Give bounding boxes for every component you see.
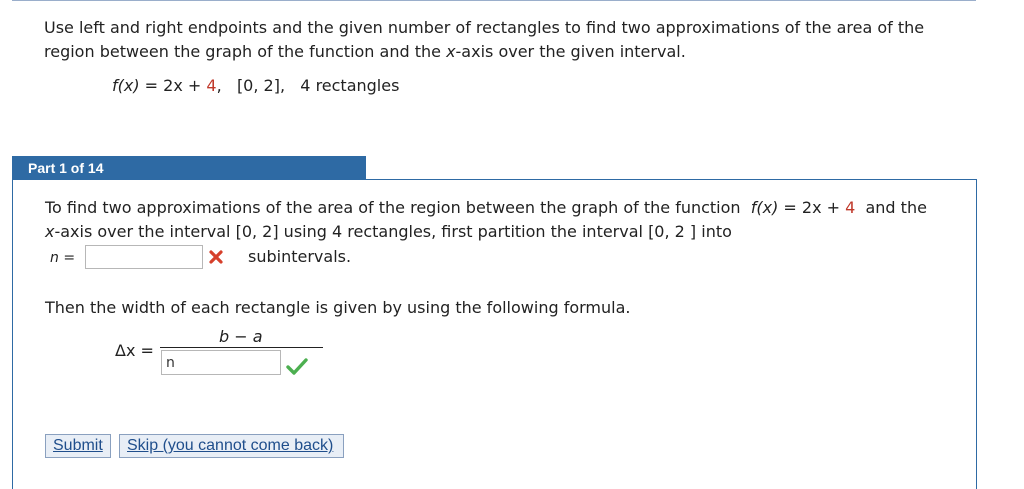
- prompt-text: region between the graph of the function…: [44, 42, 447, 61]
- fraction-numerator: b − a: [219, 327, 263, 346]
- submit-button[interactable]: Submit: [45, 434, 111, 458]
- given-function: f(x) = 2x + 4, [0, 2], 4 rectangles: [112, 74, 399, 98]
- top-divider: [12, 0, 976, 1]
- n-label: n =: [50, 250, 76, 266]
- instruction-line-2: x-axis over the interval [0, 2] using 4 …: [45, 220, 732, 244]
- fraction-bar: [160, 347, 323, 348]
- width-instruction: Then the width of each rectangle is give…: [45, 298, 631, 317]
- function-constant: 4: [206, 76, 217, 95]
- instruction-expression: = 2x +: [778, 198, 846, 217]
- skip-button[interactable]: Skip (you cannot come back): [119, 434, 344, 458]
- delta-x-label: Δx =: [115, 341, 154, 360]
- function-name: f(x): [112, 76, 140, 95]
- checkmark-icon: [286, 358, 308, 375]
- prompt-line-2: region between the graph of the function…: [44, 40, 974, 64]
- prompt-line-1: Use left and right endpoints and the giv…: [44, 18, 925, 37]
- denominator-input[interactable]: [161, 350, 281, 375]
- n-answer-input[interactable]: [85, 245, 203, 269]
- interval-and-count: , [0, 2], 4 rectangles: [216, 76, 400, 95]
- instruction-line-1: To find two approximations of the area o…: [45, 196, 927, 220]
- instruction-function-name: f(x): [750, 198, 779, 217]
- prompt-text-end: -axis over the given interval.: [455, 42, 686, 61]
- instruction-text: To find two approximations of the area o…: [45, 198, 751, 217]
- instruction-text-2: -axis over the interval [0, 2] using 4 r…: [54, 222, 732, 241]
- problem-prompt: Use left and right endpoints and the giv…: [44, 16, 974, 64]
- prompt-x-var: x: [446, 42, 456, 61]
- x-mark-icon: [209, 250, 223, 264]
- instruction-constant: 4: [845, 198, 856, 217]
- instruction-text-end: and the: [855, 198, 927, 217]
- function-expression: = 2x +: [139, 76, 207, 95]
- part-header: Part 1 of 14: [12, 156, 366, 180]
- subintervals-label: subintervals.: [248, 247, 352, 266]
